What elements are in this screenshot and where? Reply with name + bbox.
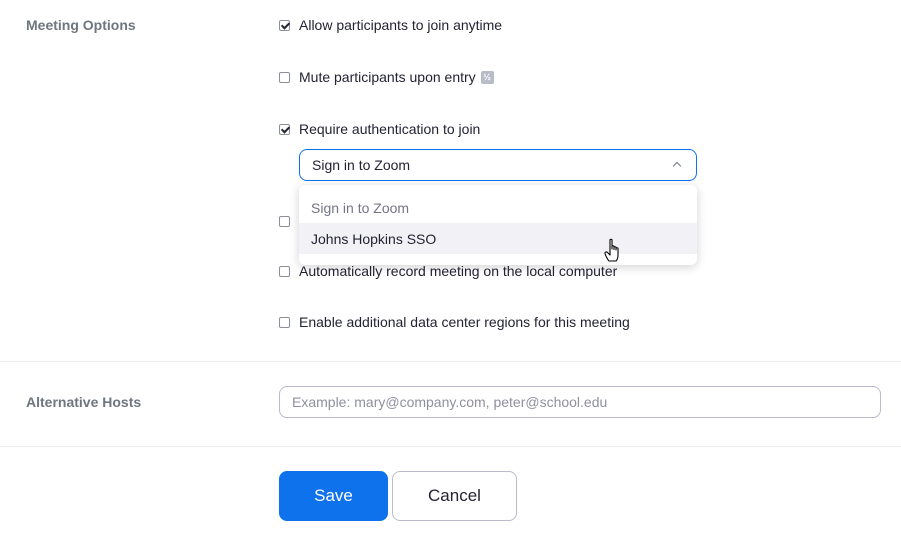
checkbox-hidden-option[interactable]	[279, 215, 290, 227]
checkbox-mute-upon-entry[interactable]	[279, 71, 290, 83]
option-data-center-regions[interactable]: Enable additional data center regions fo…	[279, 312, 630, 332]
option-label: Allow participants to join anytime	[299, 17, 503, 33]
option-label: Enable additional data center regions fo…	[299, 314, 630, 330]
auth-dropdown-menu: Sign in to Zoom Johns Hopkins SSO	[299, 185, 697, 265]
section-divider	[0, 446, 901, 447]
section-divider	[0, 361, 901, 362]
option-mute-upon-entry[interactable]: Mute participants upon entry ½	[279, 67, 494, 87]
option-label: Automatically record meeting on the loca…	[299, 263, 618, 279]
option-hidden-by-menu[interactable]	[279, 211, 299, 231]
chevron-up-icon	[672, 161, 682, 171]
info-icon[interactable]: ½	[480, 70, 494, 84]
option-require-auth[interactable]: Require authentication to join	[279, 119, 480, 139]
cancel-button[interactable]: Cancel	[392, 471, 517, 521]
meeting-options-label: Meeting Options	[26, 17, 136, 33]
menu-item-johns-hopkins-sso[interactable]: Johns Hopkins SSO	[299, 223, 697, 254]
checkbox-data-center-regions[interactable]	[279, 316, 290, 328]
menu-item-sign-in-to-zoom[interactable]: Sign in to Zoom	[299, 192, 697, 223]
alternative-hosts-input[interactable]	[279, 386, 881, 418]
option-label: Require authentication to join	[299, 121, 481, 137]
hand-pointer-icon	[604, 238, 619, 262]
auth-method-select[interactable]: Sign in to Zoom	[299, 149, 697, 181]
save-button[interactable]: Save	[279, 471, 388, 521]
checkbox-allow-join-anytime[interactable]	[279, 19, 290, 31]
alternative-hosts-label: Alternative Hosts	[26, 394, 142, 410]
checkbox-auto-record-local[interactable]	[279, 265, 290, 277]
option-label: Mute participants upon entry	[299, 69, 476, 85]
auth-select-value: Sign in to Zoom	[312, 157, 411, 173]
option-allow-join-anytime[interactable]: Allow participants to join anytime	[279, 15, 502, 35]
checkbox-require-auth[interactable]	[279, 123, 290, 135]
